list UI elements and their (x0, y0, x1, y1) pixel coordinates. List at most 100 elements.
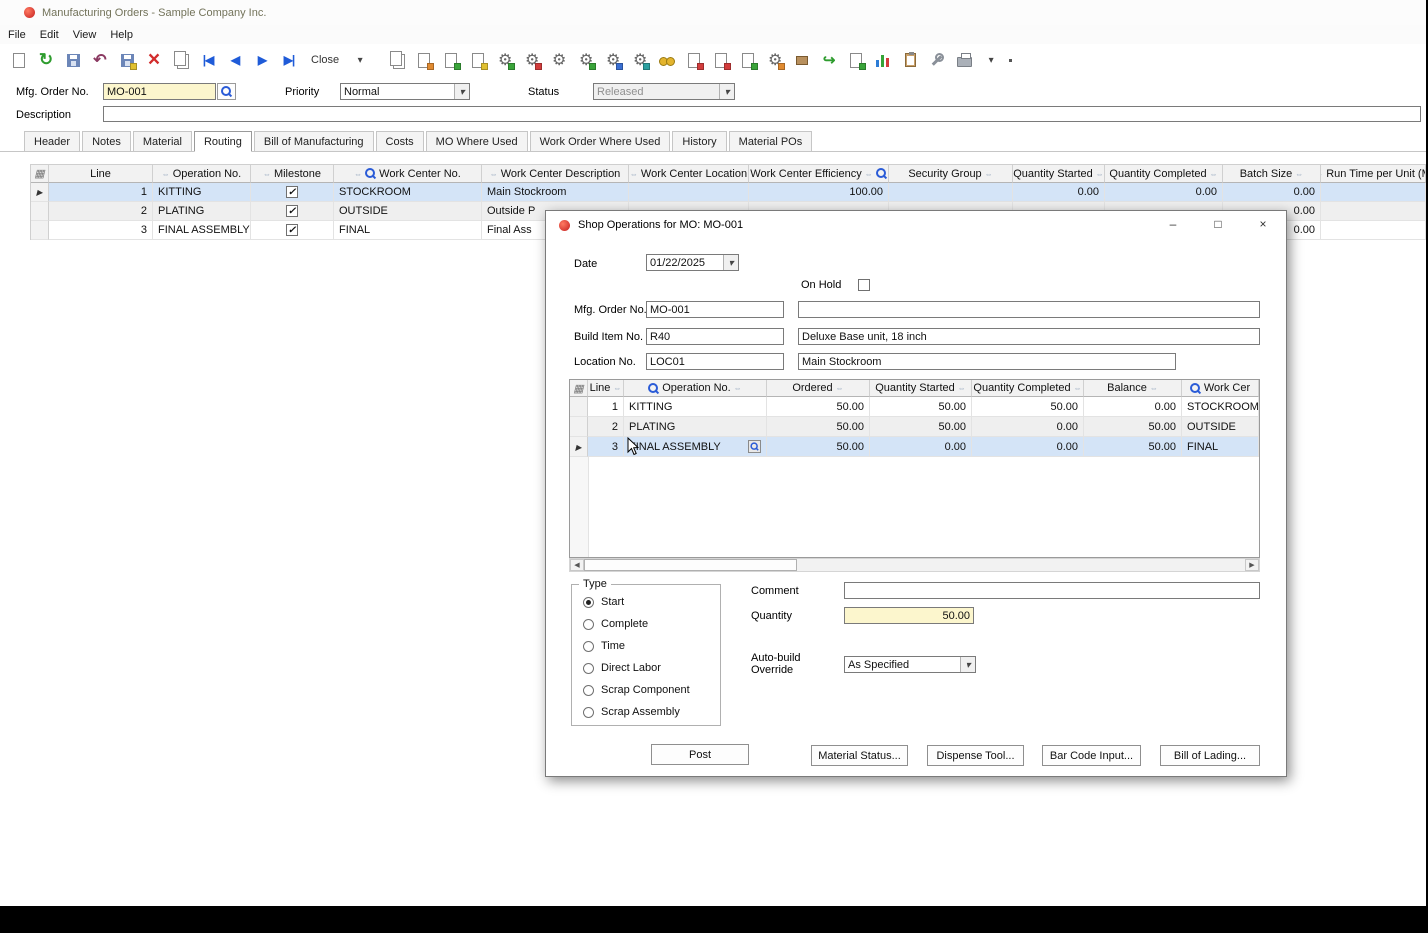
sort-icon[interactable] (985, 168, 993, 180)
column-header-milestone[interactable]: Milestone (251, 165, 334, 183)
post-button[interactable]: Post (651, 744, 749, 765)
tab-routing[interactable]: Routing (194, 131, 252, 152)
dialog-mfg-order-desc-input[interactable] (798, 301, 1260, 318)
location-desc-input[interactable]: Main Stockroom (798, 353, 1176, 370)
cell-ordered[interactable]: 50.00 (767, 417, 870, 437)
cell-balance[interactable]: 0.00 (1084, 397, 1182, 417)
export-table-icon[interactable] (843, 47, 869, 73)
undo-icon[interactable] (87, 47, 113, 73)
print-dropdown-icon[interactable] (978, 47, 1004, 73)
menu-view[interactable]: View (73, 27, 105, 43)
gear-stop-icon[interactable] (519, 47, 545, 73)
column-header-work-center-location[interactable]: Work Center Location (629, 165, 749, 183)
tools-icon[interactable] (924, 47, 950, 73)
lookup-icon[interactable] (365, 168, 376, 179)
radio-option-direct-labor[interactable]: Direct Labor (583, 662, 661, 674)
save-edit-icon[interactable] (114, 47, 140, 73)
new-document-icon[interactable] (6, 47, 32, 73)
minimize-button[interactable]: – (1158, 215, 1188, 233)
table-row[interactable]: 1 KITTING STOCKROOM Main Stockroom 100.0… (31, 183, 1426, 202)
tab-costs[interactable]: Costs (376, 131, 424, 152)
cell-run-time[interactable] (1321, 221, 1426, 240)
date-select[interactable]: 01/22/2025 (646, 254, 739, 271)
scroll-right-icon[interactable]: ▶ (1245, 559, 1259, 571)
cell-location[interactable] (629, 183, 749, 202)
previous-record-icon[interactable] (222, 47, 248, 73)
sort-icon[interactable] (958, 382, 966, 394)
sort-icon[interactable] (1295, 168, 1303, 180)
sort-icon[interactable] (490, 168, 498, 180)
column-header-work-center[interactable]: Work Cer (1182, 380, 1259, 397)
radio-icon[interactable] (583, 619, 594, 630)
cell-run-time[interactable] (1321, 183, 1426, 202)
radio-icon[interactable] (583, 663, 594, 674)
cell-balance[interactable]: 50.00 (1084, 417, 1182, 437)
gear-globe-icon[interactable] (627, 47, 653, 73)
column-header-batch-size[interactable]: Batch Size (1223, 165, 1321, 183)
column-header-work-center[interactable]: Work Center No. (334, 165, 482, 183)
operation-lookup-button[interactable] (748, 440, 761, 453)
column-header-work-center-efficiency[interactable]: Work Center Efficiency (749, 165, 889, 183)
cell-qty-completed[interactable]: 0.00 (972, 417, 1084, 437)
paste-icon[interactable] (411, 47, 437, 73)
chevron-down-icon[interactable] (960, 657, 975, 672)
column-header-operation[interactable]: Operation No. (624, 380, 767, 397)
description-input[interactable] (103, 106, 1421, 122)
column-header-run-time[interactable]: Run Time per Unit (M (1321, 165, 1426, 183)
cell-operation[interactable]: FINAL ASSEMBLY (624, 437, 767, 457)
lookup-icon[interactable] (648, 383, 659, 394)
comment-input[interactable] (844, 582, 1260, 599)
milestone-checkbox[interactable] (286, 224, 298, 236)
grid-corner-cell[interactable] (570, 380, 588, 397)
find-binoculars-icon[interactable] (654, 47, 680, 73)
priority-select[interactable]: Normal (340, 83, 470, 100)
autobuild-select[interactable]: As Specified (844, 656, 976, 673)
maximize-button[interactable]: □ (1203, 215, 1233, 233)
export-icon[interactable] (438, 47, 464, 73)
sort-icon[interactable] (1321, 168, 1323, 180)
cell-qty-completed[interactable]: 0.00 (972, 437, 1084, 457)
cell-line[interactable]: 3 (49, 221, 153, 240)
clipboard-icon[interactable] (897, 47, 923, 73)
tab-history[interactable]: History (672, 131, 726, 152)
sort-icon[interactable] (734, 382, 742, 394)
bill-of-lading-button[interactable]: Bill of Lading... (1160, 745, 1260, 766)
build-item-input[interactable]: R40 (646, 328, 784, 345)
cell-balance[interactable]: 50.00 (1084, 437, 1182, 457)
column-header-work-center-description[interactable]: Work Center Description (482, 165, 629, 183)
cell-milestone[interactable] (251, 183, 334, 202)
menu-file[interactable]: File (8, 27, 34, 43)
cell-qty-started[interactable]: 50.00 (870, 417, 972, 437)
last-record-icon[interactable] (276, 47, 302, 73)
tab-notes[interactable]: Notes (82, 131, 131, 152)
close-button[interactable]: Close (303, 51, 347, 69)
sort-icon[interactable] (1074, 382, 1082, 394)
menu-help[interactable]: Help (110, 27, 141, 43)
sort-icon[interactable] (630, 168, 638, 180)
cell-qty-started[interactable]: 0.00 (1013, 183, 1105, 202)
tooling-icon[interactable] (789, 47, 815, 73)
table-row[interactable]: 3 FINAL ASSEMBLY 50.00 0.00 0.00 50.00 F… (570, 437, 1259, 457)
sort-icon[interactable] (354, 168, 362, 180)
report-icon[interactable] (681, 47, 707, 73)
cell-operation[interactable]: PLATING (153, 202, 251, 221)
sort-icon[interactable] (865, 168, 873, 180)
checklist-icon[interactable] (708, 47, 734, 73)
lookup-icon[interactable] (876, 168, 887, 179)
cell-ordered[interactable]: 50.00 (767, 397, 870, 417)
sort-icon[interactable] (836, 382, 844, 394)
dispense-tool-button[interactable]: Dispense Tool... (927, 745, 1024, 766)
cell-line[interactable]: 1 (588, 397, 624, 417)
cell-qty-completed[interactable]: 0.00 (1105, 183, 1223, 202)
cell-milestone[interactable] (251, 221, 334, 240)
radio-icon[interactable] (583, 641, 594, 652)
sort-icon[interactable] (263, 168, 271, 180)
gear-build-icon[interactable] (492, 47, 518, 73)
mfg-order-input[interactable]: MO-001 (103, 83, 216, 100)
cell-run-time[interactable] (1321, 202, 1426, 221)
gear-icon[interactable] (546, 47, 572, 73)
import-icon[interactable] (465, 47, 491, 73)
cell-work-center[interactable]: OUTSIDE (1182, 417, 1259, 437)
column-header-ordered[interactable]: Ordered (767, 380, 870, 397)
column-header-quantity-completed[interactable]: Quantity Completed (972, 380, 1084, 397)
